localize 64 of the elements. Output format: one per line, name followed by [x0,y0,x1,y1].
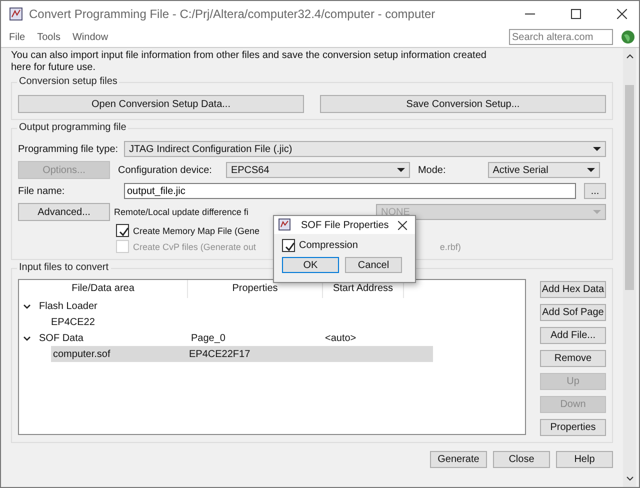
dropdown-caret-icon [396,168,405,172]
mode-dropdown[interactable]: Active Serial [488,162,600,178]
browse-button[interactable]: ... [584,183,606,199]
button[interactable]: Add File... [540,327,606,344]
tree-cell: EP4CE22 [51,316,95,328]
group-title: Input files to convert [17,262,110,273]
label: Configuration device: [118,164,212,176]
tree-cell: SOF Data [39,332,84,344]
checkbox-label: Create CvP files (Generate out [133,242,256,252]
checkbox-label: Create Memory Map File (Gene [133,226,260,236]
close-icon [398,220,407,230]
button[interactable]: Cancel [345,257,402,273]
scrollbar[interactable] [623,48,636,487]
scroll-up-icon [626,53,634,60]
tree-cell: Flash Loader [39,300,98,312]
file-type-dropdown[interactable]: JTAG Indirect Configuration File (.jic) [124,141,606,157]
button[interactable]: Help [556,451,613,468]
menu-item[interactable]: Tools [37,32,60,42]
dialog-title: SOF File Properties [301,220,389,230]
selected-row[interactable]: computer.sof EP4CE22F17 [51,346,433,362]
check-icon [284,240,294,250]
tree-cell: Page_0 [191,332,226,344]
group-title: Output programming file [17,122,128,133]
tree-cell: EP4CE22F17 [189,348,250,360]
tree-cell: computer.sof [53,348,110,360]
checkbox-label: Compression [299,240,358,251]
menu-item[interactable]: File [9,32,26,42]
button[interactable]: Add Sof Page [540,304,606,321]
button[interactable]: Close [493,451,550,468]
globe-icon [621,30,635,44]
column-header[interactable]: File/Data area [19,280,188,298]
tree-cell: <auto> [325,332,356,344]
scroll-thumb[interactable] [625,85,634,290]
file-name-field[interactable]: output_file.jic [124,183,576,199]
button[interactable]: Add Hex Data [540,281,606,298]
label: Programming file type: [18,144,116,154]
device-dropdown[interactable]: EPCS64 [226,162,410,178]
maximize-icon [571,9,581,19]
button[interactable]: Save Conversion Setup... [320,95,606,113]
search-field[interactable]: Search altera.com [509,29,613,45]
app-icon [278,218,292,232]
group-title: Conversion setup files [17,76,120,87]
button[interactable]: Open Conversion Setup Data... [18,95,304,113]
advanced-button[interactable]: Advanced... [18,203,110,221]
dropdown-caret-icon [593,210,601,214]
checkbox-label: e.rbf) [440,242,461,252]
button[interactable]: Generate [430,451,487,468]
checkbox[interactable] [116,224,129,237]
button[interactable]: Remove [540,350,606,367]
menu-item[interactable]: Window [72,32,108,42]
check-icon [118,226,128,236]
label: File name: [18,186,66,196]
checkbox[interactable] [282,239,295,252]
close-icon [617,9,627,19]
dropdown-caret-icon [586,168,595,172]
button[interactable]: OK [282,257,339,273]
dropdown-caret-icon [593,147,601,151]
intro-text: You can also import input file information from other files and save the conversion setup information created here for future use. [11,50,488,74]
button[interactable]: Properties [540,419,606,436]
label: Mode: [418,164,446,176]
app-icon [9,7,23,21]
window-title: Convert Programming File - C:/Prj/Altera/computer32.4/computer - computer [29,7,436,21]
scroll-down-icon [626,475,634,482]
label: Remote/Local update difference fi [114,207,250,217]
